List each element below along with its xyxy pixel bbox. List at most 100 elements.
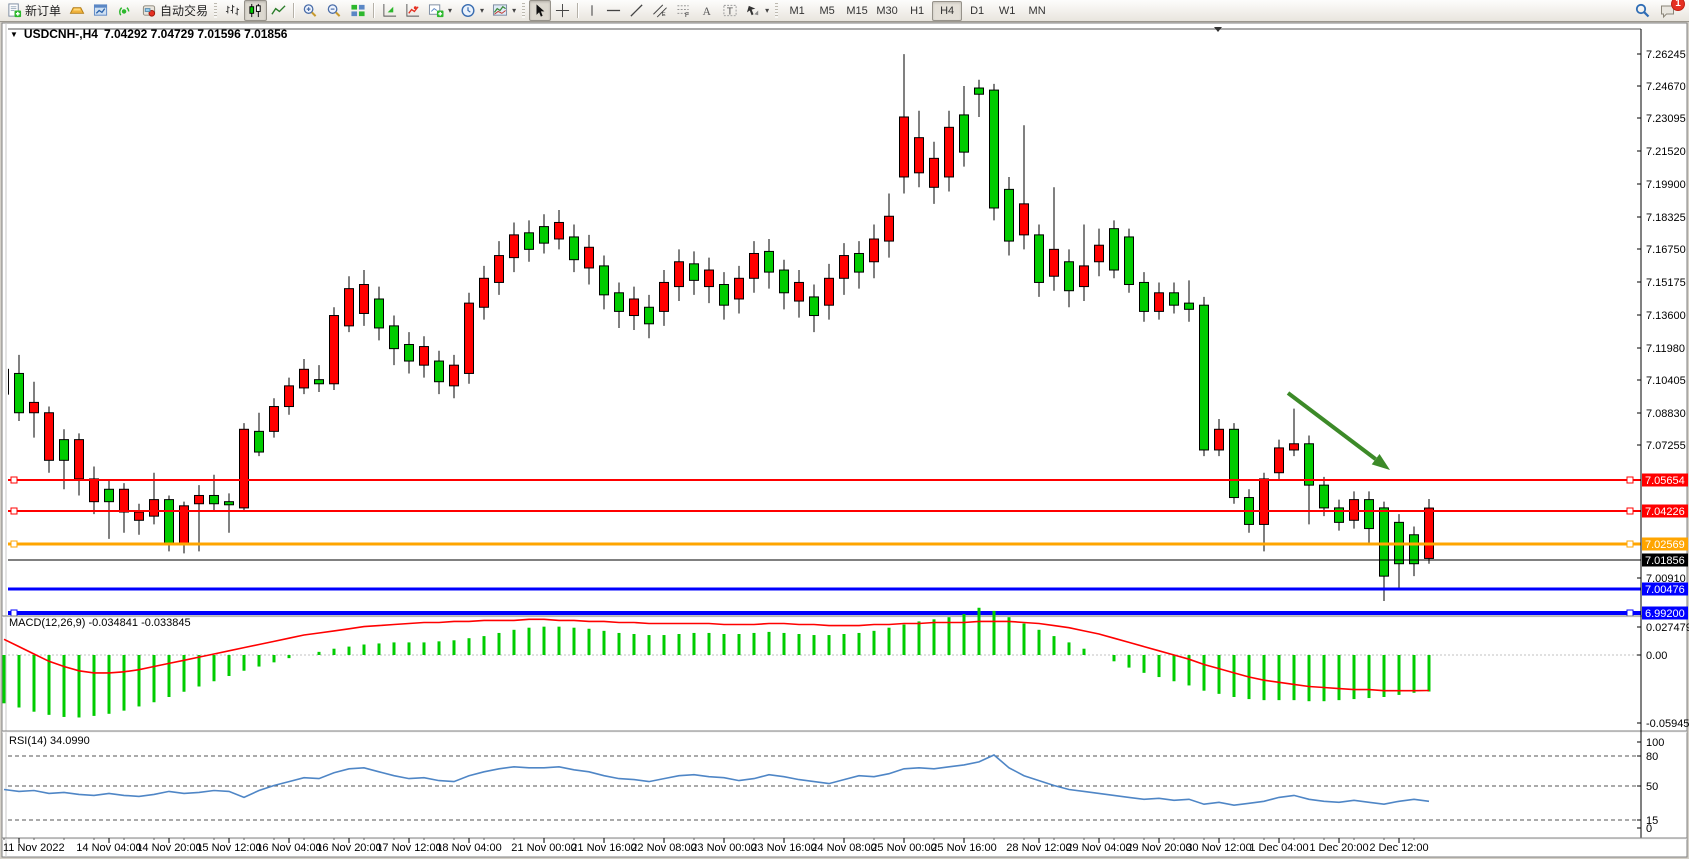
timeframe-M15[interactable]: M15 — [842, 1, 872, 21]
signals-button[interactable] — [113, 0, 137, 21]
vertical-line-button[interactable] — [582, 0, 602, 21]
vertical-line-icon — [586, 3, 598, 18]
candle — [1365, 500, 1374, 529]
time-tick-label: 29 Nov 04:00 — [1066, 842, 1131, 854]
candle — [420, 347, 429, 366]
text-label-button[interactable]: T — [718, 0, 742, 21]
chart-window-icon — [93, 3, 109, 18]
candle — [165, 500, 174, 543]
candle — [90, 479, 99, 502]
equidistant-channel-button[interactable]: E — [648, 0, 672, 21]
candle — [495, 256, 504, 283]
market-watch-button[interactable] — [89, 0, 113, 21]
candle — [810, 297, 819, 316]
candle — [1230, 429, 1239, 497]
candle — [915, 138, 924, 173]
timeframe-W1[interactable]: W1 — [992, 1, 1022, 21]
horizontal-line-button[interactable] — [602, 0, 625, 21]
periods-button[interactable]: ▾ — [456, 0, 488, 21]
toolbar-grip[interactable] — [522, 3, 525, 18]
cursor-button[interactable] — [529, 0, 551, 21]
search-button[interactable] — [1630, 0, 1655, 21]
price-badge-label: 6.99200 — [1645, 608, 1685, 620]
candle — [1320, 485, 1329, 508]
price-tick-label: 7.19900 — [1646, 179, 1686, 191]
zoom-out-button[interactable] — [322, 0, 346, 21]
line-handle[interactable] — [11, 610, 17, 616]
candle — [360, 285, 369, 314]
new-order-button[interactable]: 新订单 — [3, 0, 65, 21]
line-handle[interactable] — [1627, 541, 1633, 547]
line-chart-button[interactable] — [267, 0, 290, 21]
zoom-in-button[interactable] — [298, 0, 322, 21]
svg-text:A: A — [703, 6, 712, 18]
new-chart-button[interactable]: ▾ — [424, 0, 456, 21]
candlestick-chart-button[interactable] — [244, 0, 267, 21]
indicator-list-button[interactable] — [401, 0, 424, 21]
crosshair-button[interactable] — [551, 0, 574, 21]
trendline-button[interactable] — [625, 0, 648, 21]
candle — [720, 285, 729, 306]
line-handle[interactable] — [1627, 508, 1633, 514]
candle — [390, 326, 399, 349]
chevron-down-icon: ▾ — [765, 6, 769, 15]
line-handle[interactable] — [11, 541, 17, 547]
chevron-down-icon: ▾ — [512, 6, 516, 15]
arrows-button[interactable]: ▾ — [742, 0, 773, 21]
timeframe-M1[interactable]: M1 — [782, 1, 812, 21]
time-tick-label: 23 Nov 16:00 — [751, 842, 816, 854]
candle — [1080, 266, 1089, 287]
trading-terminal: { "toolbar": { "new_order_label": "新订单",… — [0, 0, 1689, 859]
candle — [195, 495, 204, 503]
auto-trading-button[interactable]: 自动交易 — [137, 0, 212, 21]
rsi-axis-label: 80 — [1646, 751, 1658, 763]
trendline-icon — [629, 3, 644, 18]
timeframe-H1[interactable]: H1 — [902, 1, 932, 21]
symbol-dropdown-icon[interactable]: ▼ — [10, 30, 18, 39]
tile-windows-button[interactable] — [346, 0, 370, 21]
toolbar-grip[interactable] — [214, 3, 217, 18]
text-button[interactable]: A — [696, 0, 718, 21]
time-tick-label: 21 Nov 00:00 — [511, 842, 576, 854]
fibonacci-button[interactable]: F — [672, 0, 696, 21]
line-handle[interactable] — [1627, 477, 1633, 483]
candle — [1425, 508, 1434, 558]
candle — [1065, 262, 1074, 291]
candle — [1140, 282, 1149, 311]
line-handle[interactable] — [11, 508, 17, 514]
symbol-label: USDCNH-,H4 — [24, 27, 98, 41]
gold-button[interactable] — [65, 0, 89, 21]
timeframe-D1[interactable]: D1 — [962, 1, 992, 21]
crosshair-icon — [555, 3, 570, 18]
time-tick-label: 29 Nov 20:00 — [1126, 842, 1191, 854]
indicator-up-icon — [382, 3, 397, 18]
templates-button[interactable]: ▾ — [488, 0, 520, 21]
chart-canvas[interactable]: 7.262457.246707.230957.215207.199007.183… — [0, 0, 1689, 859]
candle — [345, 289, 354, 326]
candle — [45, 413, 54, 461]
line-handle[interactable] — [1627, 610, 1633, 616]
timeframe-H4[interactable]: H4 — [932, 1, 962, 21]
notifications-button[interactable]: 1 — [1655, 0, 1680, 21]
toolbar-grip[interactable] — [775, 3, 778, 18]
timeframe-MN[interactable]: MN — [1022, 1, 1052, 21]
timeframe-M30[interactable]: M30 — [872, 1, 902, 21]
candle — [780, 270, 789, 293]
bar-chart-button[interactable] — [221, 0, 244, 21]
macd-axis-label: 0.00 — [1646, 650, 1667, 662]
candle — [765, 251, 774, 272]
candle — [885, 216, 894, 241]
timeframe-M5[interactable]: M5 — [812, 1, 842, 21]
search-icon — [1634, 3, 1651, 19]
candle — [105, 489, 114, 501]
candle — [465, 303, 474, 373]
candle — [750, 253, 759, 278]
svg-text:E: E — [662, 12, 666, 18]
candle — [675, 262, 684, 287]
macd-axis-label: 0.027479 — [1646, 622, 1689, 634]
candle — [555, 222, 564, 239]
candle — [15, 373, 24, 412]
time-tick-label: 16 Nov 04:00 — [256, 842, 321, 854]
indicators-button[interactable] — [378, 0, 401, 21]
line-handle[interactable] — [11, 477, 17, 483]
